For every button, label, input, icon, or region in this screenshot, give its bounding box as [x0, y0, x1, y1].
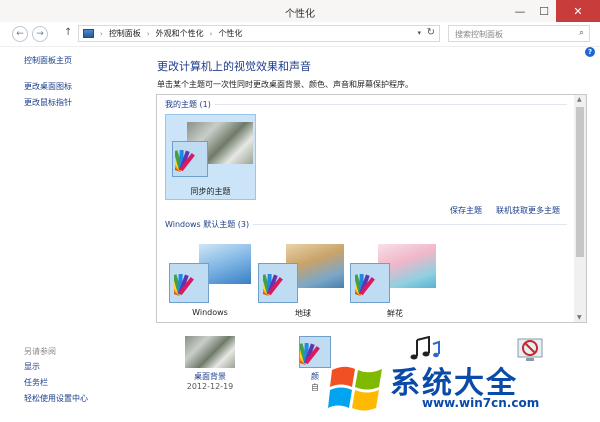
back-icon[interactable]: ←	[12, 26, 28, 42]
color-fan-icon	[355, 273, 375, 296]
theme-label: 地球	[295, 309, 311, 318]
breadcrumb-control-panel[interactable]: 控制面板	[109, 28, 141, 39]
theme-earth[interactable]: 地球	[258, 235, 348, 319]
ease-of-access-link[interactable]: 轻松使用设置中心	[24, 393, 88, 404]
breadcrumb-personalization[interactable]: 个性化	[218, 28, 242, 39]
theme-label: 同步的主题	[190, 187, 231, 196]
change-desktop-icons-link[interactable]: 更改桌面图标	[24, 81, 72, 92]
maximize-button[interactable]: ☐	[532, 0, 556, 22]
color-swatch	[299, 336, 331, 368]
title-bar: 个性化 — ☐ ✕	[0, 0, 600, 23]
color-fan-icon	[263, 273, 283, 296]
refresh-icon[interactable]: ↻	[427, 27, 435, 38]
page-description: 单击某个主题可一次性同时更改桌面背景、颜色、声音和屏幕保护程序。	[157, 80, 413, 89]
group-divider	[215, 104, 567, 105]
breadcrumb-appearance[interactable]: 外观和个性化	[156, 28, 204, 39]
color-swatch	[258, 263, 298, 303]
group-divider	[253, 224, 567, 225]
search-placeholder: 搜索控制面板	[455, 30, 503, 39]
sidebar-home-link[interactable]: 控制面板主页	[24, 55, 72, 66]
page-title: 更改计算机上的视觉效果和声音	[157, 60, 311, 73]
watermark: 系统大全 www.win7cn.com	[328, 358, 588, 418]
control-panel-icon	[83, 29, 94, 38]
up-arrow-icon[interactable]: ↑	[64, 27, 72, 38]
desktop-background-label: 桌面背景	[194, 372, 226, 381]
color-fan-icon	[174, 273, 194, 296]
see-also-heading: 另请参阅	[24, 347, 56, 356]
see-also-links: 显示 任务栏 轻松使用设置中心	[24, 361, 88, 409]
change-mouse-pointer-link[interactable]: 更改鼠标指针	[24, 97, 72, 108]
chevron-down-icon[interactable]: ▾	[417, 29, 421, 37]
theme-list-panel: 我的主题 (1) 同步的主题 保存主题 联机获取更多主题 Windows 默认主…	[156, 94, 587, 323]
color-swatch	[350, 263, 390, 303]
theme-label: Windows	[192, 308, 228, 317]
color-fan-icon	[300, 342, 320, 365]
sidebar: 控制面板主页 更改桌面图标 更改鼠标指针	[24, 55, 72, 113]
address-bar[interactable]: › 控制面板 › 外观和个性化 › 个性化 ▾ ↻	[78, 25, 440, 42]
theme-synced[interactable]: 同步的主题	[165, 114, 256, 200]
breadcrumb-separator: ›	[209, 29, 213, 38]
scrollbar[interactable]: ▲ ▼	[574, 95, 586, 322]
default-themes-heading: Windows 默认主题 (3)	[165, 220, 250, 229]
help-icon[interactable]: ?	[585, 47, 595, 57]
breadcrumb-separator: ›	[100, 29, 103, 38]
theme-flowers[interactable]: 鲜花	[350, 235, 440, 319]
color-fan-icon	[175, 149, 195, 172]
my-themes-heading: 我的主题 (1)	[165, 100, 211, 109]
color-sublabel: 自	[311, 383, 319, 392]
search-icon[interactable]: ⌕	[579, 28, 584, 38]
display-link[interactable]: 显示	[24, 361, 88, 372]
desktop-background-date: 2012-12-19	[186, 382, 234, 391]
save-theme-link[interactable]: 保存主题	[450, 205, 482, 216]
theme-label: 鲜花	[387, 309, 403, 318]
scroll-up-icon[interactable]: ▲	[577, 96, 582, 103]
close-button[interactable]: ✕	[556, 0, 600, 22]
navigation-bar: ← → ↑ › 控制面板 › 外观和个性化 › 个性化 ▾ ↻ 搜索控制面板 ⌕	[0, 22, 600, 47]
scroll-down-icon[interactable]: ▼	[577, 314, 582, 321]
taskbar-link[interactable]: 任务栏	[24, 377, 88, 388]
color-label: 颜	[311, 372, 319, 381]
windows-logo-icon	[328, 366, 382, 411]
window-controls: — ☐ ✕	[508, 0, 600, 22]
breadcrumb-separator: ›	[146, 29, 150, 38]
forward-icon[interactable]: →	[32, 26, 48, 42]
desktop-background-thumbnail	[185, 336, 235, 368]
watermark-url: www.win7cn.com	[422, 396, 540, 410]
color-swatch	[172, 141, 208, 177]
desktop-background-setting[interactable]: 桌面背景 2012-12-19	[180, 336, 240, 391]
color-swatch	[169, 263, 209, 303]
color-setting[interactable]: 颜 自	[298, 336, 332, 393]
theme-windows[interactable]: Windows	[165, 235, 255, 319]
scrollbar-thumb[interactable]	[576, 107, 584, 257]
get-more-themes-link[interactable]: 联机获取更多主题	[496, 205, 560, 216]
minimize-button[interactable]: —	[508, 0, 532, 22]
search-input[interactable]: 搜索控制面板 ⌕	[448, 25, 590, 42]
